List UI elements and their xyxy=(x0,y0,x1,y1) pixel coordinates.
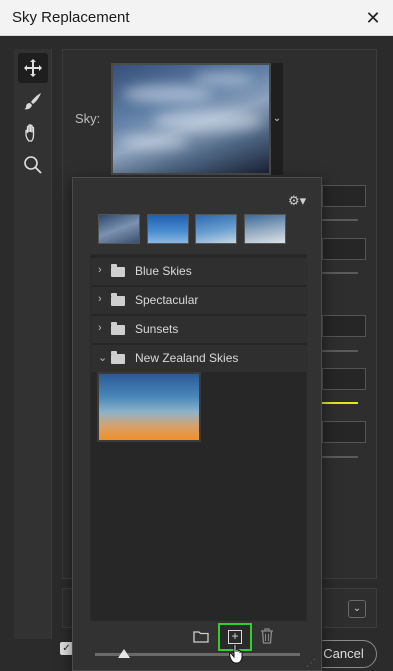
sky-brush-button[interactable] xyxy=(18,86,48,116)
chevron-down-icon[interactable]: ⌄ xyxy=(98,351,108,364)
temperature-slider[interactable] xyxy=(322,402,358,404)
hand-pointer-cursor-icon xyxy=(229,644,243,664)
magnifier-icon xyxy=(24,156,42,174)
gear-icon[interactable]: ⚙▾ xyxy=(288,193,306,209)
fade-edge-slider[interactable] xyxy=(322,272,358,274)
brightness-field[interactable] xyxy=(322,315,366,337)
chevron-right-icon[interactable]: › xyxy=(98,293,108,305)
trash-icon[interactable] xyxy=(260,628,274,644)
brightness-slider[interactable] xyxy=(322,350,358,352)
move-icon xyxy=(24,59,42,77)
sky-preset-thumbnail[interactable] xyxy=(97,372,201,442)
folder-label: New Zealand Skies xyxy=(135,351,239,365)
plus-icon: + xyxy=(228,630,242,644)
recent-sky-thumb[interactable] xyxy=(98,214,140,244)
folder-open-icon xyxy=(111,351,125,364)
chevron-right-icon[interactable]: › xyxy=(98,264,108,276)
folder-icon xyxy=(111,322,125,335)
move-tool-button[interactable] xyxy=(18,53,48,83)
resize-grip-icon[interactable]: ⋰ xyxy=(306,658,316,669)
window-titlebar: Sky Replacement ✕ xyxy=(0,0,393,36)
temperature-field[interactable] xyxy=(322,368,366,390)
hand-icon xyxy=(25,124,35,142)
recent-sky-thumb[interactable] xyxy=(195,214,237,244)
chevron-right-icon[interactable]: › xyxy=(98,322,108,334)
sky-preset-picker: ⚙▾ › Blue Skies › Spectacular › Sunsets … xyxy=(72,177,322,671)
folder-row-blue-skies[interactable]: › Blue Skies xyxy=(91,258,308,285)
folder-row-sunsets[interactable]: › Sunsets xyxy=(91,316,308,343)
folder-row-new-zealand-skies[interactable]: ⌄ New Zealand Skies xyxy=(91,345,308,372)
folder-label: Sunsets xyxy=(135,322,179,336)
thumbnail-size-slider-handle[interactable] xyxy=(117,649,130,658)
close-icon[interactable]: ✕ xyxy=(361,6,385,30)
recent-sky-thumb[interactable] xyxy=(147,214,189,244)
scale-slider[interactable] xyxy=(322,456,358,458)
zoom-tool-button[interactable] xyxy=(18,150,48,180)
folder-icon xyxy=(111,293,125,306)
sky-label: Sky: xyxy=(75,111,101,126)
sky-dropdown-button[interactable]: ⌄ xyxy=(271,63,283,175)
folder-label: Spectacular xyxy=(135,293,199,307)
fade-edge-field[interactable] xyxy=(322,238,366,260)
sky-preview-thumbnail[interactable] xyxy=(111,63,271,175)
scale-field[interactable] xyxy=(322,421,366,443)
folder-label: Blue Skies xyxy=(135,264,192,278)
output-select-chevron[interactable]: ⌄ xyxy=(348,600,366,618)
tool-strip xyxy=(14,49,52,639)
folder-icon xyxy=(111,264,125,277)
new-group-folder-icon[interactable] xyxy=(193,629,209,643)
window-title: Sky Replacement xyxy=(12,9,130,26)
brush-icon xyxy=(24,93,41,110)
folder-row-spectacular[interactable]: › Spectacular xyxy=(91,287,308,314)
shift-edge-slider[interactable] xyxy=(322,219,358,221)
shift-edge-field[interactable] xyxy=(322,185,366,207)
hand-tool-button[interactable] xyxy=(18,118,48,148)
recent-sky-thumb[interactable] xyxy=(244,214,286,244)
